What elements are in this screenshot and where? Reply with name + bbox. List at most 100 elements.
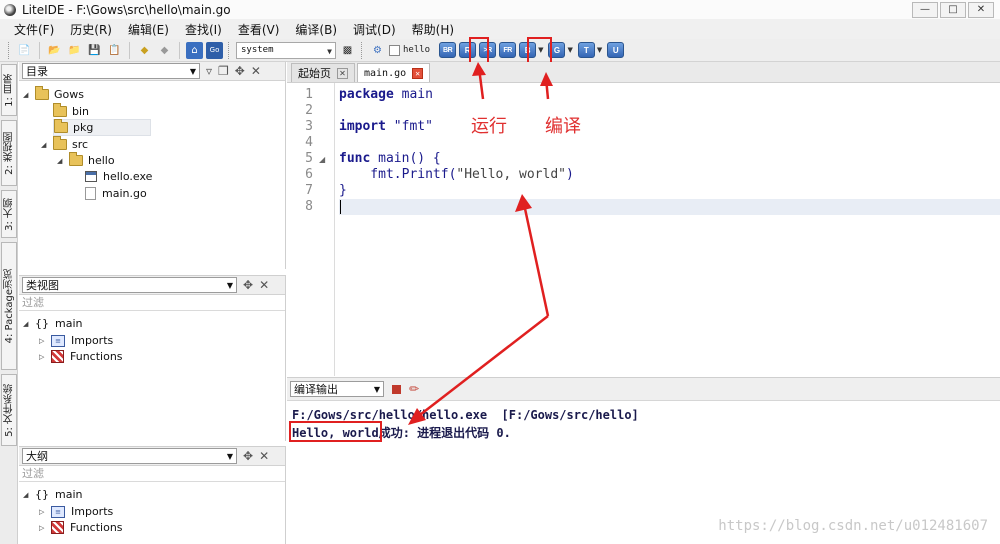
tree-item-hello-exe[interactable]: hello.exe (85, 168, 152, 185)
tree-item-functions[interactable]: ▷ Functions (39, 348, 123, 365)
test-button[interactable]: T (577, 42, 595, 58)
menu-view[interactable]: 查看(V) (230, 21, 288, 38)
forward-icon[interactable]: ◆ (156, 42, 173, 59)
tree-item-label: Functions (70, 350, 123, 363)
go-icon[interactable]: Go (206, 41, 223, 59)
title-bar: LiteIDE - F:\Gows\src\hello\main.go — □ … (0, 0, 1000, 19)
tab-package-browser-label: 4: Package浏览 (3, 268, 15, 344)
environment-select[interactable]: system ▼ (236, 41, 336, 59)
fold-marker-icon[interactable]: ◢ (319, 155, 325, 164)
expanded-arrow-icon[interactable]: ◢ (23, 491, 35, 499)
output-select[interactable]: 编译输出 ▼ (290, 381, 384, 397)
tree-item-main[interactable]: ◢{} main (23, 486, 82, 503)
tree-item-functions[interactable]: ▷ Functions (39, 519, 123, 536)
menu-history[interactable]: 历史(R) (62, 21, 120, 38)
line-number: 4 (305, 135, 313, 150)
tree-item-bin[interactable]: bin (53, 103, 89, 120)
test-dropdown-icon[interactable]: ▼ (597, 46, 602, 54)
stop-icon[interactable] (392, 384, 401, 394)
chevron-down-icon: ▼ (189, 67, 196, 76)
file-run-button[interactable]: FR (499, 42, 517, 58)
tab-welcome-page[interactable]: 起始页 ✕ (291, 63, 355, 82)
get-dropdown-icon[interactable]: ▼ (567, 46, 572, 54)
back-icon[interactable]: ◆ (136, 42, 153, 59)
tree-item-label: Functions (70, 521, 123, 534)
collapsed-arrow-icon[interactable]: ▷ (39, 524, 51, 532)
tree-item-src[interactable]: ◢ src (41, 136, 88, 153)
maximize-button[interactable]: □ (940, 1, 966, 18)
class-view-filter[interactable]: 过滤 (19, 295, 285, 311)
new-file-icon[interactable]: 📄 (16, 42, 33, 59)
tree-item-hello[interactable]: ◢ hello (57, 152, 115, 169)
close-tab-icon[interactable]: ✕ (412, 67, 424, 79)
outline-select[interactable]: 大纲 ▼ (22, 448, 237, 464)
minimize-button[interactable]: — (912, 1, 938, 18)
tree-item-imports[interactable]: ▷ ≡ Imports (39, 503, 113, 520)
collapsed-arrow-icon[interactable]: ▷ (39, 508, 51, 516)
menu-edit[interactable]: 编辑(E) (120, 21, 177, 38)
watermark: https://blog.csdn.net/u012481607 (718, 518, 988, 534)
tree-item-label: Imports (71, 505, 114, 518)
outline-filter[interactable]: 过滤 (19, 466, 285, 482)
code-line-5: func main() { (339, 151, 441, 166)
gear-icon[interactable]: ⚙ (369, 42, 386, 59)
tree-item-gows[interactable]: ◢ Gows (23, 86, 84, 103)
move-icon[interactable]: ✥ (243, 449, 253, 463)
tree-item-label: main.go (102, 187, 147, 200)
tab-package-browser[interactable]: 4: Package浏览 (1, 242, 17, 370)
home-icon[interactable]: ⌂ (186, 41, 203, 59)
menu-find[interactable]: 查找(I) (177, 21, 230, 38)
save-all-icon[interactable]: 📋 (106, 42, 123, 59)
close-panel-icon[interactable]: ✕ (259, 449, 269, 463)
tab-main-go[interactable]: main.go ✕ (357, 63, 431, 82)
tab-outline[interactable]: 3: 大纲 (1, 190, 17, 238)
collapsed-arrow-icon[interactable]: ▷ (39, 353, 51, 361)
close-panel-icon[interactable]: ✕ (251, 64, 261, 78)
tree-item-main-go[interactable]: main.go (85, 185, 147, 202)
build-output-panel: 编译输出 ▼ ✏ F:/Gows/src/hello/hello.exe [F:… (287, 377, 1000, 544)
terminal-icon[interactable]: ▩ (339, 42, 356, 59)
expanded-arrow-icon[interactable]: ◢ (23, 320, 35, 328)
filter-icon[interactable]: ▿ (206, 64, 212, 78)
menu-build[interactable]: 编译(B) (287, 21, 345, 38)
code-text: main() { (370, 151, 441, 166)
tree-item-pkg[interactable]: pkg (53, 119, 151, 136)
class-view-select[interactable]: 类视图 ▼ (22, 277, 237, 293)
code-editor: 起始页 ✕ main.go ✕ 1 2 3 4 5 6 7 8 ◢ packag… (287, 62, 1000, 376)
chevron-down-icon: ▼ (226, 281, 233, 290)
close-tab-icon[interactable]: ✕ (337, 67, 348, 79)
collapsed-arrow-icon[interactable]: ▷ (39, 337, 51, 345)
tree-item-main[interactable]: ◢{} main (23, 315, 82, 332)
expanded-arrow-icon[interactable]: ◢ (57, 157, 69, 165)
menu-debug[interactable]: 调试(D) (345, 21, 404, 38)
save-icon[interactable]: 💾 (86, 42, 103, 59)
menu-help[interactable]: 帮助(H) (404, 21, 462, 38)
close-window-button[interactable]: ✕ (968, 1, 994, 18)
line-number: 7 (305, 183, 313, 198)
tab-class-view-label: 2: 类视图 (3, 131, 15, 175)
target-checkbox[interactable] (389, 44, 400, 56)
code-line-7: } (339, 183, 347, 198)
move-icon[interactable]: ✥ (243, 278, 253, 292)
run-annotation: 运行 (471, 116, 507, 137)
code-text: main (393, 87, 433, 102)
build-and-run-button[interactable]: BR (439, 42, 457, 58)
update-button[interactable]: U (607, 42, 625, 58)
menu-file[interactable]: 文件(F) (6, 21, 62, 38)
open-folder-icon[interactable]: 📁 (66, 42, 83, 59)
tab-file-system[interactable]: 5: 文件系统 (1, 374, 17, 446)
open-file-icon[interactable]: 📂 (46, 42, 63, 59)
tab-directory[interactable]: 1: 目录 (1, 64, 17, 116)
directory-panel-select[interactable]: 目录 ▼ (22, 63, 200, 79)
expanded-arrow-icon[interactable]: ◢ (41, 141, 53, 149)
tab-outline-label: 3: 大纲 (3, 197, 15, 231)
new-window-icon[interactable]: ❐ (218, 64, 229, 78)
move-icon[interactable]: ✥ (235, 64, 245, 78)
clear-output-icon[interactable]: ✏ (409, 382, 419, 396)
expanded-arrow-icon[interactable]: ◢ (23, 91, 35, 99)
tab-class-view[interactable]: 2: 类视图 (1, 120, 17, 186)
tree-item-imports[interactable]: ▷ ≡ Imports (39, 332, 113, 349)
code-area[interactable]: package main import "fmt" func main() { … (339, 83, 1000, 376)
menu-bar: 文件(F) 历史(R) 编辑(E) 查找(I) 查看(V) 编译(B) 调试(D… (0, 19, 1000, 39)
close-panel-icon[interactable]: ✕ (259, 278, 269, 292)
